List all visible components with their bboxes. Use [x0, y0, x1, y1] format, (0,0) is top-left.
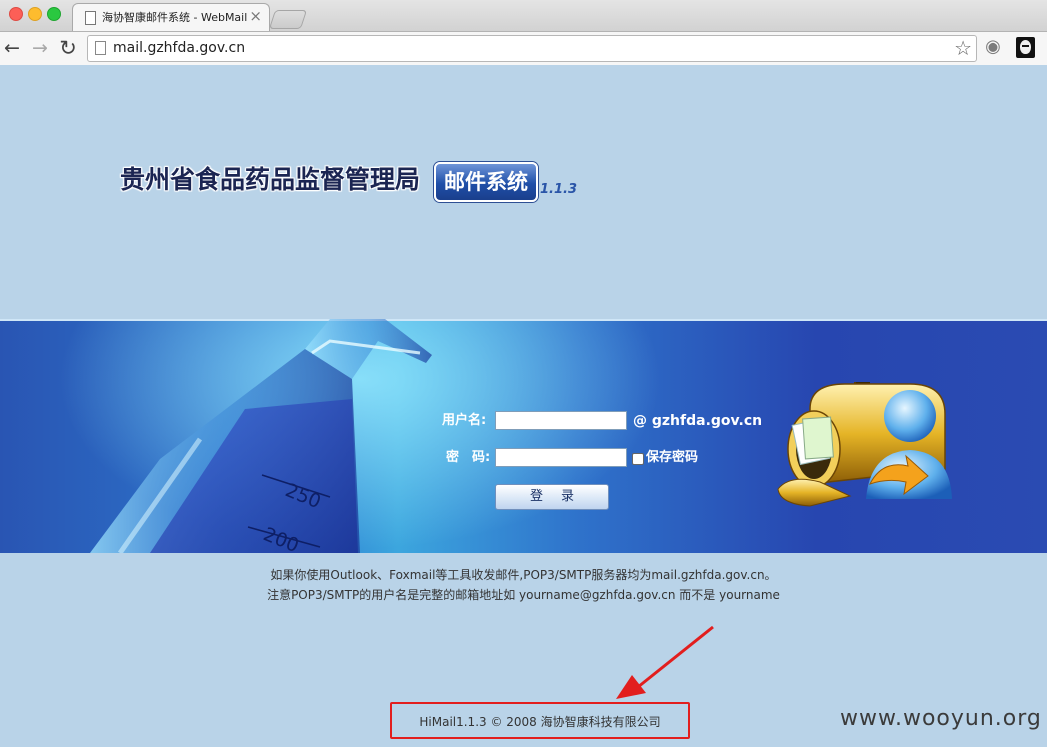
- window-close-button[interactable]: [9, 7, 23, 21]
- logo-title: 贵州省食品药品监督管理局: [120, 165, 421, 194]
- bookmark-star-icon[interactable]: ☆: [954, 37, 972, 59]
- globe-extension-icon[interactable]: ◉: [983, 37, 1003, 57]
- info-line-2: 注意POP3/SMTP的用户名是完整的邮箱地址如 yourname@gzhfda…: [267, 588, 780, 602]
- browser-tab[interactable]: 海协智康邮件系统 - WebMail ×: [72, 3, 270, 32]
- logo-version: 1.1.3: [540, 182, 578, 197]
- password-label: 密 码:: [446, 450, 491, 465]
- email-domain: @ gzhfda.gov.cn: [633, 413, 763, 429]
- copyright-highlight: HiMail1.1.3 © 2008 海协智康科技有限公司: [390, 702, 690, 739]
- address-url[interactable]: mail.gzhfda.gov.cn: [113, 40, 245, 57]
- page-icon: [95, 41, 106, 55]
- window-zoom-button[interactable]: [47, 7, 61, 21]
- remember-password-checkbox[interactable]: [632, 453, 644, 465]
- remember-password-label[interactable]: 保存密码: [646, 448, 698, 468]
- watermark: www.wooyun.org: [840, 706, 1042, 731]
- username-label: 用户名:: [442, 413, 487, 428]
- copyright-text: HiMail1.1.3 © 2008 海协智康科技有限公司: [419, 715, 661, 729]
- info-line-1: 如果你使用Outlook、Foxmail等工具收发邮件,POP3/SMTP服务器…: [270, 568, 777, 582]
- login-button[interactable]: 登录: [495, 484, 609, 510]
- username-input[interactable]: [495, 411, 627, 430]
- page: 贵州省食品药品监督管理局 邮件系统 1.1.3 250 200 用户名: @ g…: [0, 65, 1047, 747]
- login-banner: 250 200 用户名: @ gzhfda.gov.cn 密 码: 保存密码 登…: [0, 319, 1047, 553]
- window-minimize-button[interactable]: [28, 7, 42, 21]
- tab-title: 海协智康邮件系统 - WebMail: [102, 11, 247, 24]
- logo-badge: 邮件系统: [434, 162, 538, 202]
- page-icon: [85, 11, 96, 25]
- browser-toolbar: ← → ↻ mail.gzhfda.gov.cn ☆ ◉: [0, 31, 1047, 66]
- flask-illustration: 250 200: [90, 319, 432, 553]
- browser-tab-bar: 海协智康邮件系统 - WebMail ×: [0, 0, 1047, 32]
- new-tab-button[interactable]: [268, 10, 308, 29]
- back-icon[interactable]: ←: [2, 37, 22, 59]
- mask-extension-icon[interactable]: [1016, 37, 1035, 58]
- reload-icon[interactable]: ↻: [58, 37, 78, 59]
- address-bar[interactable]: mail.gzhfda.gov.cn ☆: [87, 35, 977, 62]
- password-input[interactable]: [495, 448, 627, 467]
- tab-close-icon[interactable]: ×: [249, 9, 262, 24]
- forward-icon[interactable]: →: [30, 37, 50, 59]
- mailbox-icon: [777, 382, 952, 507]
